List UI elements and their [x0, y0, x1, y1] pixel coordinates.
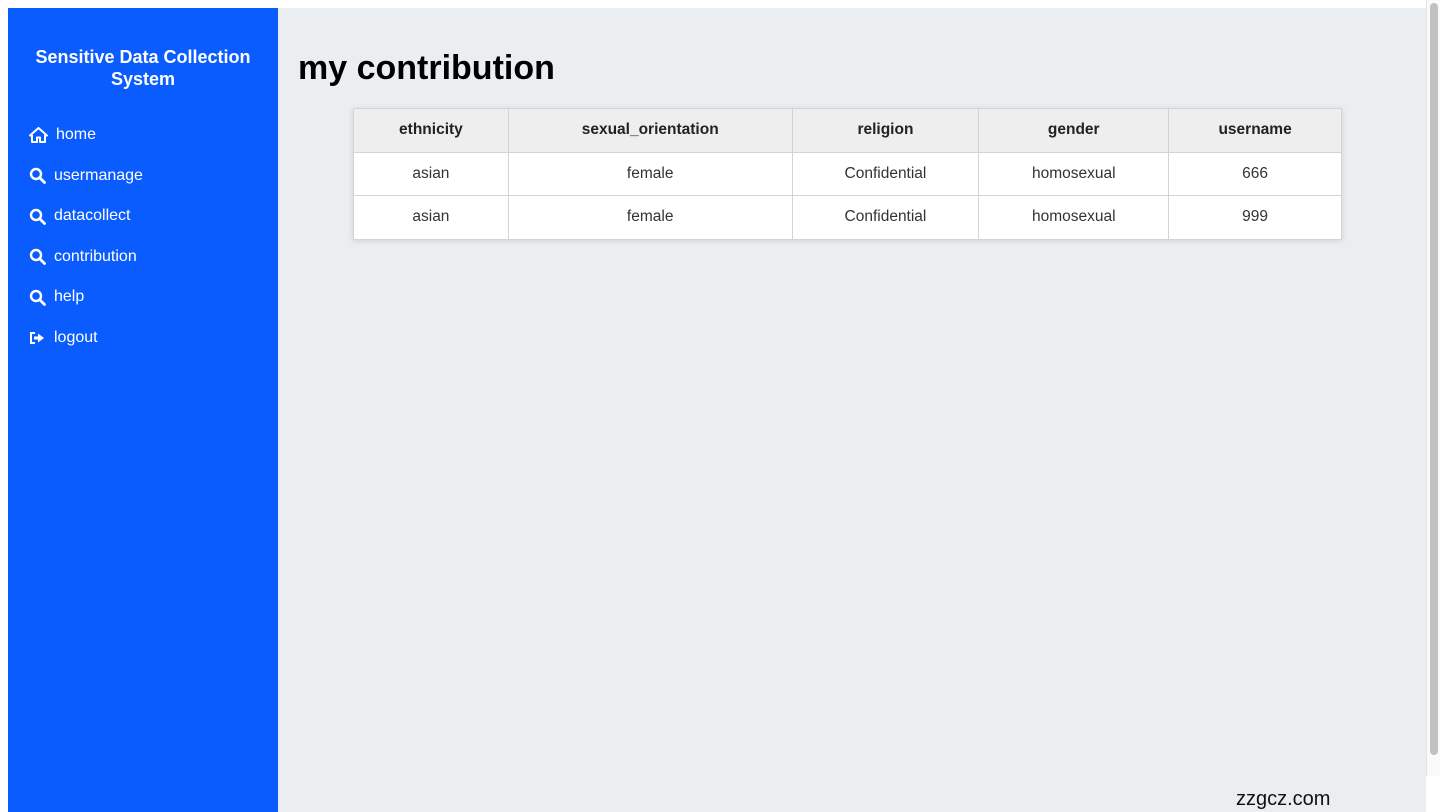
- home-icon: [28, 126, 48, 144]
- sidebar-item-contribution[interactable]: contribution: [28, 237, 268, 278]
- sidebar-nav: home usermanage datacollect contribution…: [28, 115, 268, 358]
- table-header-row: ethnicity sexual_orientation religion ge…: [353, 108, 1342, 153]
- table-row: asian female Confidential homosexual 999: [353, 195, 1342, 240]
- vertical-scrollbar[interactable]: [1426, 0, 1440, 776]
- sidebar-item-label: contribution: [54, 247, 137, 265]
- table-cell: female: [507, 151, 793, 196]
- table-cell: Confidential: [791, 195, 980, 240]
- contribution-table: ethnicity sexual_orientation religion ge…: [353, 108, 1342, 240]
- table-row: asian female Confidential homosexual 666: [353, 151, 1342, 196]
- sidebar-item-usermanage[interactable]: usermanage: [28, 156, 268, 197]
- sidebar-item-label: home: [56, 126, 97, 144]
- table-cell: asian: [353, 151, 509, 196]
- column-header-gender: gender: [978, 108, 1170, 153]
- sidebar: Sensitive Data Collection System home us…: [8, 8, 278, 812]
- search-icon: [28, 207, 46, 225]
- app-frame: Sensitive Data Collection System home us…: [8, 8, 1426, 812]
- page-title: my contribution: [298, 49, 555, 87]
- logout-icon: [28, 329, 46, 347]
- table-cell: Confidential: [791, 151, 980, 196]
- table-cell: 666: [1168, 151, 1342, 196]
- search-icon: [28, 248, 46, 266]
- column-header-sexual-orientation: sexual_orientation: [507, 108, 793, 153]
- sidebar-item-label: help: [54, 288, 85, 306]
- column-header-username: username: [1168, 108, 1342, 153]
- table-cell: 999: [1168, 195, 1342, 240]
- table-cell: homosexual: [978, 151, 1170, 196]
- sidebar-item-label: datacollect: [54, 207, 131, 225]
- scrollbar-thumb[interactable]: [1430, 3, 1438, 755]
- sidebar-item-label: usermanage: [54, 166, 143, 184]
- table-cell: homosexual: [978, 195, 1170, 240]
- sidebar-title: Sensitive Data Collection System: [35, 47, 251, 89]
- column-header-ethnicity: ethnicity: [353, 108, 509, 153]
- sidebar-item-logout[interactable]: logout: [28, 318, 268, 359]
- sidebar-item-home[interactable]: home: [28, 115, 268, 156]
- table-cell: asian: [353, 195, 509, 240]
- sidebar-item-help[interactable]: help: [28, 277, 268, 318]
- sidebar-item-label: logout: [54, 328, 98, 346]
- table-cell: female: [507, 195, 793, 240]
- search-icon: [28, 167, 46, 185]
- column-header-religion: religion: [791, 108, 980, 153]
- search-icon: [28, 288, 46, 306]
- sidebar-item-datacollect[interactable]: datacollect: [28, 196, 268, 237]
- watermark: zzgcz.com: [1236, 788, 1331, 810]
